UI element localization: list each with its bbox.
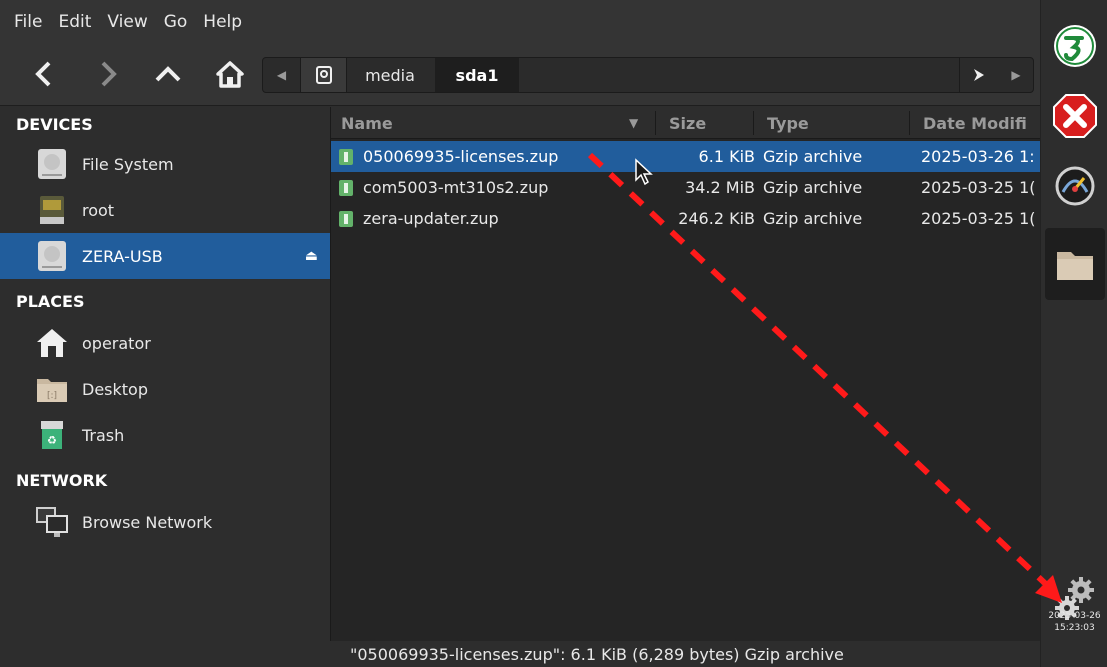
column-name[interactable]: Name [341,107,393,139]
chevron-left-icon [35,61,51,87]
column-separator [909,111,910,135]
path-scroll-right: ▶ [959,58,1033,92]
clock-time: 15:23:03 [1054,623,1095,633]
trash-icon: ♻ [34,417,70,453]
file-name: com5003-mt310s2.zup [363,178,549,197]
close-icon [1053,94,1097,138]
chevron-right-icon [101,61,117,87]
drive-icon [315,66,332,84]
archive-file-icon [339,149,353,165]
status-bar: "050069935-licenses.zup": 6.1 KiB (6,289… [330,641,1040,667]
up-button[interactable] [146,52,190,96]
sidebar-item-trash[interactable]: ♻ Trash [0,412,330,458]
clock-date: 2025-03-26 [1048,611,1101,621]
home-button[interactable] [208,52,252,96]
file-list: Name ▼ Size Type Date Modifi 050069935-l… [330,107,1040,641]
network-icon [34,504,70,540]
file-size: 246.2 KiB [678,209,755,228]
close-app-button[interactable] [1045,86,1105,146]
home-icon [34,325,70,361]
svg-text:♻: ♻ [47,434,57,447]
sidebar-item-label: root [82,200,115,220]
column-header: Name ▼ Size Type Date Modifi [331,107,1040,139]
file-type: Gzip archive [763,178,863,197]
sidebar-item-label: Desktop [82,379,148,399]
home-icon [216,61,244,88]
zera-logo-icon [1054,25,1096,67]
path-root-button[interactable] [301,58,347,92]
zera-logo-button[interactable] [1045,16,1105,76]
path-scroll-right-icon[interactable]: ▶ [1011,68,1020,82]
file-date: 2025-03-26 1: [921,147,1035,166]
file-row[interactable]: zera-updater.zup 246.2 KiB Gzip archive … [331,203,1040,234]
archive-file-icon [339,180,353,196]
menu-help[interactable]: Help [195,12,250,32]
clock: 2025-03-26 15:23:03 [1041,610,1107,634]
file-size: 34.2 MiB [685,178,755,197]
path-bar: ◀ media sda1 ▶ [262,57,1034,93]
menu-go[interactable]: Go [156,12,196,32]
sidebar: DEVICES File System root ZERA-USB ⏏ PLAC… [0,107,330,641]
sidebar-item-zera-usb[interactable]: ZERA-USB ⏏ [0,233,330,279]
column-date-modified[interactable]: Date Modifi [923,107,1027,139]
sidebar-item-root[interactable]: root [0,187,330,233]
sidebar-item-label: Browse Network [82,512,213,532]
power-meter-icon [1055,166,1095,206]
file-type: Gzip archive [763,209,863,228]
sort-down-icon: ▼ [629,116,639,130]
path-crumb-media[interactable]: media [347,58,433,92]
column-separator [655,111,656,135]
network-heading: NETWORK [16,470,108,490]
path-crumb-sda1[interactable]: sda1 [435,58,519,92]
places-heading: PLACES [16,291,85,311]
mouse-cursor-icon [635,158,653,186]
svg-text:[:]: [:] [47,391,57,401]
back-button[interactable] [22,52,66,96]
file-name: 050069935-licenses.zup [363,147,559,166]
file-row[interactable]: com5003-mt310s2.zup 34.2 MiB Gzip archiv… [331,172,1040,203]
menu-view[interactable]: View [99,12,155,32]
chevron-up-icon [155,66,181,82]
devices-heading: DEVICES [16,114,93,134]
sidebar-item-browse-network[interactable]: Browse Network [0,499,330,545]
file-manager-button[interactable] [1045,228,1105,300]
column-separator [753,111,754,135]
eject-icon[interactable]: ⏏ [305,248,318,264]
toolbar: ◀ media sda1 ▶ [0,44,1040,106]
sidebar-item-label: ZERA-USB [82,246,163,266]
measurement-button[interactable] [1045,156,1105,216]
file-name: zera-updater.zup [363,209,499,228]
sidebar-item-desktop[interactable]: [:] Desktop [0,366,330,412]
menu-edit[interactable]: Edit [50,12,99,32]
column-type[interactable]: Type [767,107,809,139]
column-size[interactable]: Size [669,107,706,139]
file-date: 2025-03-25 1( [921,178,1036,197]
archive-file-icon [339,211,353,227]
sidebar-item-label: Trash [82,425,125,445]
path-chevron-right-icon[interactable] [972,67,986,83]
menu-file[interactable]: File [6,12,50,32]
sidebar-item-label: operator [82,333,151,353]
menubar: File Edit View Go Help [0,0,1040,44]
sidebar-item-operator[interactable]: operator [0,320,330,366]
file-type: Gzip archive [763,147,863,166]
file-size: 6.1 KiB [698,147,755,166]
sidebar-item-label: File System [82,154,174,174]
harddisk-icon [34,238,70,274]
file-date: 2025-03-25 1( [921,209,1036,228]
folder-icon [1057,252,1093,280]
path-scroll-left-button[interactable]: ◀ [263,58,301,92]
harddisk-icon [34,146,70,182]
right-dock: 2025-03-26 15:23:03 [1040,0,1107,667]
folder-icon: [:] [34,371,70,407]
drive-icon [34,192,70,228]
sidebar-item-file-system[interactable]: File System [0,141,330,187]
forward-button[interactable] [86,52,130,96]
file-row[interactable]: 050069935-licenses.zup 6.1 KiB Gzip arch… [331,141,1040,172]
